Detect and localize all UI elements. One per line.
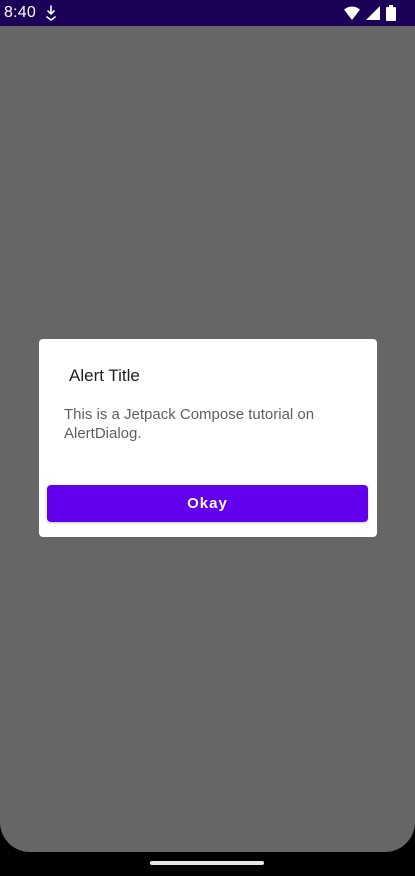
status-time: 8:40: [4, 4, 36, 21]
dialog-scrim[interactable]: Alert Title This is a Jetpack Compose tu…: [0, 26, 415, 852]
dialog-title: Alert Title: [69, 366, 140, 385]
battery-icon: [386, 5, 396, 21]
dialog-message: This is a Jetpack Compose tutorial on Al…: [64, 406, 315, 442]
status-bar: 8:40: [0, 0, 415, 26]
signal-icon: [366, 6, 380, 20]
alert-dialog: Alert Title This is a Jetpack Compose tu…: [39, 339, 377, 537]
okay-button[interactable]: Okay: [47, 485, 368, 522]
status-icons: [343, 5, 407, 21]
gesture-handle-icon[interactable]: [150, 861, 264, 865]
navigation-bar: [0, 852, 415, 876]
wifi-icon: [344, 6, 360, 20]
download-icon: [45, 5, 57, 21]
phone-screen: 8:40 Alert Title This is a Jetpack Compo…: [0, 0, 415, 876]
